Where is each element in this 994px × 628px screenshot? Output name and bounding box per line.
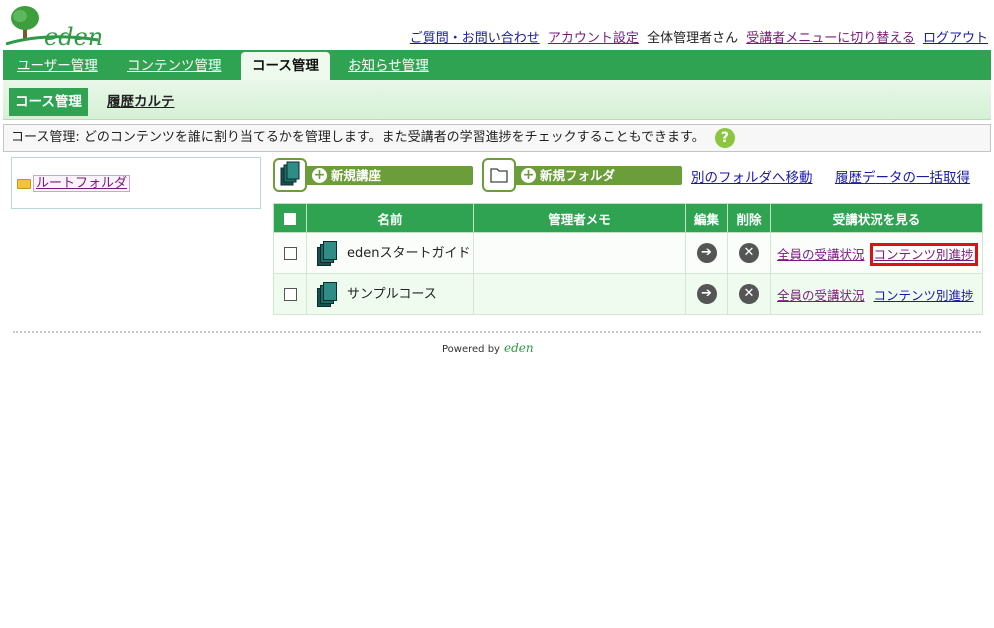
new-folder-label: 新規フォルダ [540,168,616,183]
account-settings-link[interactable]: アカウント設定 [548,31,639,46]
help-icon[interactable]: ? [714,127,735,148]
table-row: サンプルコース ➔ ✕ 全員の受講状況 コンテンツ別進捗 [273,273,983,315]
sub-nav: コース管理 履歴カルテ [3,80,991,120]
root-folder-label[interactable]: ルートフォルダ [33,175,131,192]
row-select-cell [273,273,307,315]
header-status: 受講状況を見る [770,203,983,233]
delete-x-icon[interactable]: ✕ [739,284,759,304]
select-all-header [273,203,307,233]
course-name-cell: edenスタートガイド [306,232,474,274]
tab-course-management[interactable]: コース管理 [241,52,330,80]
delete-cell: ✕ [727,273,771,315]
course-name[interactable]: サンプルコース [347,287,437,302]
course-table: 名前 管理者メモ 編集 削除 受講状況を見る edenスタートガイド ➔ ✕ 全… [273,203,983,315]
edit-cell: ➔ [685,232,728,274]
status-cell: 全員の受講状況 コンテンツ別進捗 [770,273,983,315]
subtab-history-chart[interactable]: 履歴カルテ [107,88,175,116]
contact-link[interactable]: ご質問・お問い合わせ [410,31,540,46]
tab-notice-management[interactable]: お知らせ管理 [348,50,429,80]
row-checkbox[interactable] [283,287,297,301]
arrow-right-icon[interactable]: ➔ [696,284,717,304]
tab-user-management[interactable]: ユーザー管理 [17,50,98,80]
folder-tree: ルートフォルダ [11,157,261,209]
page-description: コース管理: どのコンテンツを誰に割り当てるかを管理します。また受講者の学習進捗… [3,124,991,152]
logout-link[interactable]: ログアウト [923,31,988,46]
header-delete: 削除 [727,203,771,233]
powered-by-text: Powered by [442,344,500,355]
select-all-checkbox[interactable] [284,213,296,225]
course-book-icon [317,281,339,307]
plus-icon: + [312,167,327,183]
row-select-cell [273,232,307,274]
move-to-folder-link[interactable]: 別のフォルダへ移動 [691,166,813,186]
top-links: ご質問・お問い合わせ アカウント設定 全体管理者さん 受講者メニューに切り替える… [406,27,988,46]
eden-logo[interactable]: eden [5,4,106,51]
folder-icon [482,158,516,192]
edit-cell: ➔ [685,273,728,315]
table-header-row: 名前 管理者メモ 編集 削除 受講状況を見る [273,203,983,233]
table-row: edenスタートガイド ➔ ✕ 全員の受講状況 コンテンツ別進捗 [273,232,983,274]
subtab-course-management[interactable]: コース管理 [9,88,88,116]
all-learners-status-link[interactable]: 全員の受講状況 [777,247,865,262]
course-name-cell: サンプルコース [306,273,474,315]
page-header: eden ご質問・お問い合わせ アカウント設定 全体管理者さん 受講者メニューに… [0,0,994,51]
new-course-label: 新規講座 [331,168,382,183]
plus-icon: + [521,167,536,183]
description-text: コース管理: どのコンテンツを誰に割り当てるかを管理します。また受講者の学習進捗… [11,130,705,145]
powered-by: Powered by eden [442,341,534,355]
content-progress-link[interactable]: コンテンツ別進捗 [874,288,974,303]
footer-eden-logo: eden [503,341,534,355]
new-folder-button[interactable]: + 新規フォルダ [482,158,682,192]
course-name[interactable]: edenスタートガイド [347,246,471,261]
course-memo [473,273,686,315]
all-learners-status-link[interactable]: 全員の受講状況 [777,288,865,303]
course-book-icon [317,240,339,266]
current-user-label: 全体管理者さん [647,31,739,46]
delete-cell: ✕ [727,232,771,274]
arrow-right-icon[interactable]: ➔ [696,243,717,263]
logo-text: eden [44,23,104,51]
content-progress-link[interactable]: コンテンツ別進捗 [869,242,978,266]
header-edit: 編集 [685,203,728,233]
tab-content-management[interactable]: コンテンツ管理 [127,50,222,80]
course-book-icon [273,158,307,192]
bulk-history-export-link[interactable]: 履歴データの一括取得 [835,166,970,186]
course-toolbar: + 新規講座 + 新規フォルダ 別のフォルダへ移動 履歴データの一括取得 [273,158,983,192]
row-checkbox[interactable] [283,246,297,260]
header-memo: 管理者メモ [473,203,686,233]
switch-learner-menu-link[interactable]: 受講者メニューに切り替える [746,31,915,46]
delete-x-icon[interactable]: ✕ [739,243,759,263]
new-course-button[interactable]: + 新規講座 [273,158,473,192]
header-name: 名前 [306,203,474,233]
status-cell: 全員の受講状況 コンテンツ別進捗 [770,232,983,274]
new-folder-bar: + 新規フォルダ [514,166,682,185]
folder-open-icon [17,178,31,189]
new-course-bar: + 新規講座 [305,166,473,185]
main-nav: ユーザー管理 コンテンツ管理 コース管理 お知らせ管理 [3,50,991,80]
course-memo [473,232,686,274]
footer-divider [13,331,981,333]
root-folder-item[interactable]: ルートフォルダ [17,172,131,192]
